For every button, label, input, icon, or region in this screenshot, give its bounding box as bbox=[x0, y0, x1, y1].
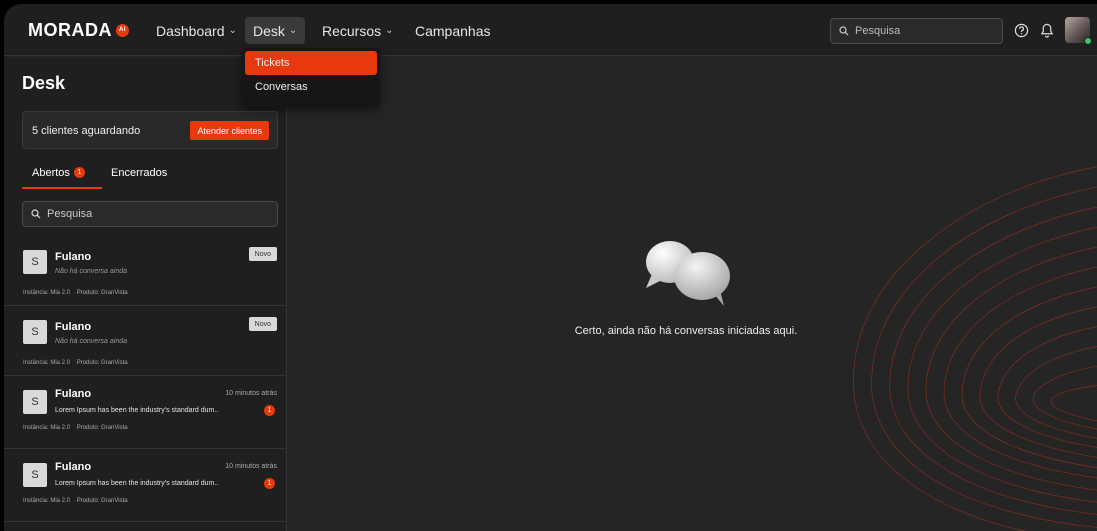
contact-avatar: S bbox=[23, 320, 47, 344]
conversation-subtitle: Não há conversa ainda bbox=[55, 268, 127, 275]
contact-name: Fulano bbox=[55, 461, 92, 473]
menu-item-conversas[interactable]: Conversas bbox=[245, 75, 377, 99]
contact-avatar: S bbox=[23, 250, 47, 274]
product-text: Produto: GranVista bbox=[76, 498, 128, 504]
status-badge: Novo bbox=[248, 317, 277, 331]
message-time: 10 minutos atrás bbox=[225, 390, 277, 397]
instance-text: Instância: Mia 2.0 bbox=[23, 498, 71, 504]
waiting-clients-box: 5 clientes aguardando Atender clientes bbox=[22, 111, 278, 149]
last-message-preview: Lorem Ipsum has been the industry's stan… bbox=[55, 480, 219, 487]
waiting-clients-text: 5 clientes aguardando bbox=[32, 125, 141, 137]
nav-recursos-label: Recursos bbox=[322, 22, 382, 39]
instance-text: Instância: Mia 2.0 bbox=[23, 360, 71, 366]
tab-encerrados-label: Encerrados bbox=[111, 167, 168, 179]
chat-bubbles-icon bbox=[646, 241, 730, 306]
sidebar-search-input[interactable]: Pesquisa bbox=[22, 201, 278, 227]
desk-dropdown-menu: Tickets Conversas bbox=[242, 48, 380, 106]
product-text: Produto: GranVista bbox=[76, 425, 128, 431]
empty-state-text: Certo, ainda não há conversas iniciadas … bbox=[574, 325, 798, 337]
conversation-meta: Instância: Mia 2.0 Produto: GranVista bbox=[23, 290, 128, 296]
instance-text: Instância: Mia 2.0 bbox=[23, 290, 71, 296]
contact-name: Fulano bbox=[55, 321, 92, 333]
search-icon bbox=[31, 209, 41, 219]
status-badge: Novo bbox=[248, 247, 277, 261]
nav-campanhas-label: Campanhas bbox=[415, 22, 491, 39]
help-icon[interactable] bbox=[1012, 21, 1030, 39]
conversation-card[interactable]: S Fulano Não há conversa ainda Novo Inst… bbox=[4, 236, 287, 306]
unread-badge: 1 bbox=[264, 478, 275, 489]
conversation-subtitle: Não há conversa ainda bbox=[55, 338, 127, 345]
user-avatar[interactable] bbox=[1065, 17, 1092, 45]
conversation-meta: Instância: Mia 2.0 Produto: GranVista bbox=[23, 498, 128, 504]
logo-text: MORADA bbox=[28, 20, 112, 40]
desk-sidebar: Desk 5 clientes aguardando Atender clien… bbox=[4, 57, 287, 531]
menu-item-tickets[interactable]: Tickets bbox=[245, 51, 377, 75]
nav-desk[interactable]: Desk ⌄ bbox=[245, 17, 306, 44]
conversation-card[interactable]: S Fulano Lorem Ipsum has been the indust… bbox=[4, 376, 287, 449]
logo[interactable]: MORADA AI bbox=[28, 20, 129, 41]
nav-dashboard-label: Dashboard bbox=[156, 22, 225, 39]
page-title: Desk bbox=[22, 73, 66, 93]
last-message-preview: Lorem Ipsum has been the industry's stan… bbox=[55, 407, 219, 414]
chevron-down-icon: ⌄ bbox=[385, 25, 394, 36]
conversation-card[interactable]: S Fulano Não há conversa ainda Novo Inst… bbox=[4, 306, 287, 376]
top-search-placeholder: Pesquisa bbox=[855, 25, 901, 37]
unread-badge: 1 bbox=[264, 405, 275, 416]
nav-campanhas[interactable]: Campanhas bbox=[407, 17, 499, 44]
conversation-meta: Instância: Mia 2.0 Produto: GranVista bbox=[23, 360, 128, 366]
instance-text: Instância: Mia 2.0 bbox=[23, 425, 71, 431]
contact-avatar: S bbox=[23, 463, 47, 487]
contact-avatar: S bbox=[23, 390, 47, 414]
nav-desk-label: Desk bbox=[253, 22, 285, 39]
conversation-card[interactable]: S Fulano Lorem Ipsum has been the indust… bbox=[4, 449, 287, 522]
tab-abertos-badge: 1 bbox=[73, 167, 85, 178]
contact-name: Fulano bbox=[55, 251, 92, 263]
attend-clients-button[interactable]: Atender clientes bbox=[190, 121, 269, 140]
bell-icon[interactable] bbox=[1038, 21, 1056, 39]
sidebar-search-placeholder: Pesquisa bbox=[47, 208, 93, 220]
logo-ai-badge: AI bbox=[116, 24, 129, 37]
tab-encerrados[interactable]: Encerrados bbox=[111, 167, 167, 189]
chevron-down-icon: ⌄ bbox=[228, 25, 237, 36]
nav-dashboard[interactable]: Dashboard ⌄ bbox=[148, 17, 245, 44]
tab-abertos-label: Abertos bbox=[32, 167, 70, 179]
top-navbar: MORADA AI Dashboard ⌄ Desk ⌄ Recursos ⌄ … bbox=[4, 4, 1097, 56]
product-text: Produto: GranVista bbox=[76, 290, 128, 296]
product-text: Produto: GranVista bbox=[76, 360, 128, 366]
conversation-tabs: Abertos 1 Encerrados bbox=[22, 167, 278, 189]
tab-abertos[interactable]: Abertos 1 bbox=[22, 167, 102, 189]
chevron-down-icon: ⌄ bbox=[288, 25, 298, 36]
conversation-meta: Instância: Mia 2.0 Produto: GranVista bbox=[23, 425, 128, 431]
online-status-dot bbox=[1084, 37, 1092, 45]
nav-recursos[interactable]: Recursos ⌄ bbox=[314, 17, 402, 44]
message-time: 10 minutos atrás bbox=[225, 463, 277, 470]
decorative-contour-lines bbox=[853, 166, 1097, 531]
search-icon bbox=[839, 26, 849, 36]
contact-name: Fulano bbox=[55, 388, 92, 400]
app-window: MORADA AI Dashboard ⌄ Desk ⌄ Recursos ⌄ … bbox=[4, 4, 1097, 531]
top-search-input[interactable]: Pesquisa bbox=[830, 18, 1003, 44]
